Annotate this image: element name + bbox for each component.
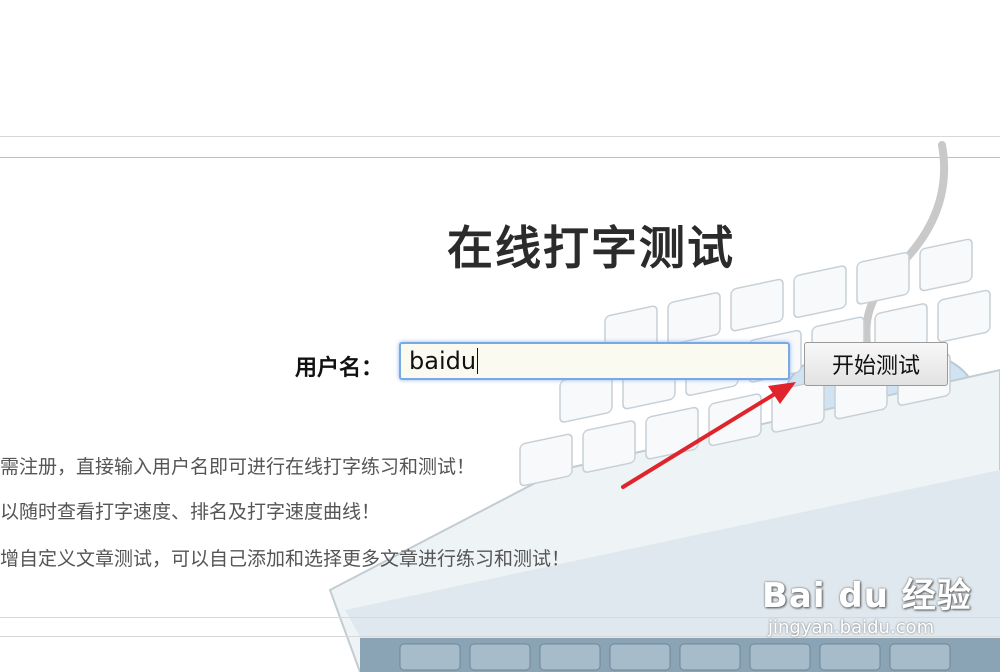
baidu-jingyan-watermark: Bai du 经验 jingyan.baidu.com [762, 568, 972, 638]
start-test-button[interactable]: 开始测试 [804, 342, 948, 386]
username-input[interactable]: baidu [399, 342, 790, 380]
username-value: baidu [409, 347, 477, 375]
watermark-url: jingyan.baidu.com [768, 617, 935, 638]
info-line: 以随时查看打字速度、排名及打字速度曲线！ [0, 501, 381, 523]
username-label: 用户名： [295, 356, 384, 381]
watermark-logo: Bai du 经验 [762, 576, 972, 616]
page-title: 在线打字测试 [447, 221, 735, 275]
info-line: 增自定义文章测试，可以自己添加和选择更多文章进行练习和测试！ [0, 548, 571, 570]
text-caret [477, 348, 479, 374]
info-line: 需注册，直接输入用户名即可进行在线打字练习和测试！ [0, 456, 476, 478]
